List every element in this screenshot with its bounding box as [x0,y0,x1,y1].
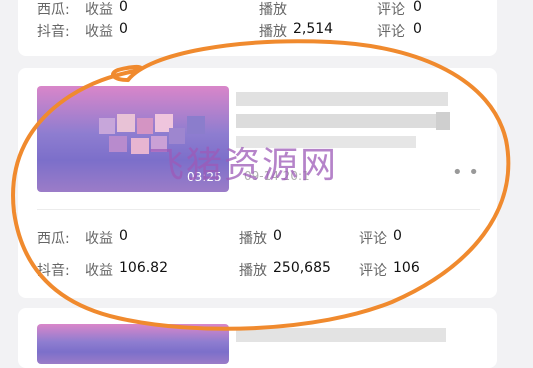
platform-label: 抖音: [37,24,70,40]
stat-row-douyin: 抖音: 收益 0 播放 2,514 评论 0 [37,21,477,40]
earnings-label: 收益 [85,2,113,18]
comments-value: 106 [393,260,420,276]
video-card-1[interactable]: 西瓜: 收益 0 播放 评论 0 抖音: 收益 0 播放 2,514 评论 0 [18,0,497,56]
card-divider [37,209,480,210]
stat-row-xigua: 西瓜: 收益 0 播放 0 评论 0 [37,228,477,247]
more-options-icon[interactable]: • • [452,162,479,183]
earnings-value: 0 [119,21,128,37]
plays-label: 播放 [259,2,287,18]
stat-row-xigua: 西瓜: 收益 0 播放 评论 0 [37,0,477,18]
earnings-value: 106.82 [119,260,168,276]
earnings-label: 收益 [85,263,113,279]
plays-label: 播放 [259,24,287,40]
stat-row-douyin: 抖音: 收益 106.82 播放 250,685 评论 106 [37,260,477,279]
plays-label: 播放 [239,263,267,279]
comments-value: 0 [393,228,402,244]
watermark-text: 飞猪资源网 [148,145,339,186]
video-thumbnail[interactable] [37,324,229,364]
earnings-label: 收益 [85,231,113,247]
earnings-value: 0 [119,0,128,15]
plays-value: 250,685 [273,260,331,276]
video-card-3[interactable] [18,308,497,368]
comments-label: 评论 [377,2,405,18]
platform-label: 西瓜: [37,2,70,18]
comments-value: 0 [413,21,422,37]
earnings-value: 0 [119,228,128,244]
platform-label: 抖音: [37,263,70,279]
comments-label: 评论 [377,24,405,40]
plays-value: 0 [273,228,282,244]
comments-label: 评论 [359,263,387,279]
platform-label: 西瓜: [37,231,70,247]
video-title-blurred [236,328,476,348]
earnings-label: 收益 [85,24,113,40]
plays-label: 播放 [239,231,267,247]
plays-value: 2,514 [293,21,334,37]
comments-label: 评论 [359,231,387,247]
comments-value: 0 [413,0,422,15]
